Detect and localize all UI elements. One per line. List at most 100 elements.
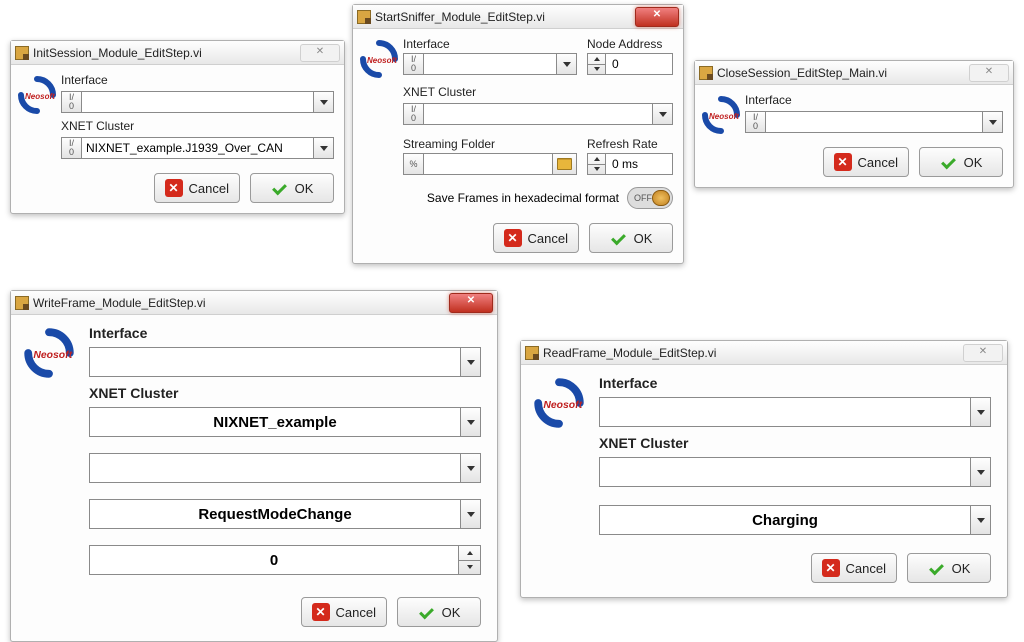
close-button[interactable]: ✕ [969, 64, 1009, 82]
check-icon [940, 155, 958, 169]
logo [17, 71, 61, 203]
interface-combo[interactable]: I/0 [745, 111, 1003, 133]
dialog-writeframe: WriteFrame_Module_EditStep.vi ✕ Interfac… [10, 290, 498, 642]
frame-field-3-value: Charging [600, 506, 970, 534]
chevron-down-icon[interactable] [652, 104, 672, 124]
io-icon: I/0 [746, 112, 766, 132]
interface-label: Interface [745, 93, 1003, 107]
path-icon: % [404, 154, 424, 174]
step-down-icon[interactable] [588, 65, 605, 75]
interface-combo[interactable] [599, 397, 991, 427]
cluster-label: XNET Cluster [89, 385, 481, 401]
chevron-down-icon[interactable] [460, 348, 480, 376]
node-address-label: Node Address [587, 37, 673, 51]
frame-field-3[interactable] [89, 453, 481, 483]
refresh-value[interactable]: 0 ms [606, 154, 672, 174]
check-icon [610, 231, 628, 245]
titlebar[interactable]: ReadFrame_Module_EditStep.vi ✕ [521, 341, 1007, 365]
cancel-button[interactable]: ✕Cancel [493, 223, 579, 253]
cluster-combo[interactable]: I/0 [403, 103, 673, 125]
io-icon: I/0 [62, 138, 82, 158]
chevron-down-icon[interactable] [982, 112, 1002, 132]
ok-button[interactable]: OK [919, 147, 1003, 177]
close-button[interactable]: ✕ [449, 293, 493, 313]
check-icon [418, 605, 436, 619]
cluster-combo[interactable] [599, 457, 991, 487]
folder-label: Streaming Folder [403, 137, 577, 151]
vi-icon [15, 46, 29, 60]
chevron-down-icon[interactable] [970, 458, 990, 486]
interface-value [766, 112, 982, 132]
dialog-closesession: CloseSession_EditStep_Main.vi ✕ Interfac… [694, 60, 1014, 188]
vi-icon [357, 10, 371, 24]
close-button[interactable]: ✕ [635, 7, 679, 27]
cluster-combo[interactable]: I/0 NIXNET_example.J1939_Over_CAN [61, 137, 334, 159]
frame-value-spinner[interactable]: 0 [89, 545, 481, 575]
check-icon [928, 561, 946, 575]
chevron-down-icon[interactable] [970, 398, 990, 426]
cluster-value: NIXNET_example.J1939_Over_CAN [82, 138, 313, 158]
step-up-icon[interactable] [588, 154, 605, 165]
close-button[interactable]: ✕ [300, 44, 340, 62]
frame-field-3[interactable]: Charging [599, 505, 991, 535]
cancel-button[interactable]: ✕Cancel [811, 553, 897, 583]
titlebar[interactable]: CloseSession_EditStep_Main.vi ✕ [695, 61, 1013, 85]
cancel-icon: ✕ [312, 603, 330, 621]
cluster-value [600, 458, 970, 486]
dialog-startsniffer: StartSniffer_Module_EditStep.vi ✕ Interf… [352, 4, 684, 264]
chevron-down-icon[interactable] [556, 54, 576, 74]
step-down-icon[interactable] [588, 165, 605, 175]
cancel-icon: ✕ [834, 153, 852, 171]
window-title: CloseSession_EditStep_Main.vi [717, 66, 969, 80]
window-title: WriteFrame_Module_EditStep.vi [33, 296, 449, 310]
ok-button[interactable]: OK [907, 553, 991, 583]
chevron-down-icon[interactable] [313, 92, 333, 112]
chevron-down-icon[interactable] [460, 454, 480, 482]
chevron-down-icon[interactable] [970, 506, 990, 534]
refresh-spinner[interactable]: 0 ms [587, 153, 673, 175]
ok-button[interactable]: OK [250, 173, 334, 203]
interface-label: Interface [403, 37, 577, 51]
logo [701, 91, 745, 177]
interface-label: Interface [89, 325, 481, 341]
frame-value[interactable]: 0 [90, 546, 458, 574]
node-address-spinner[interactable]: 0 [587, 53, 673, 75]
cancel-button[interactable]: ✕Cancel [154, 173, 240, 203]
logo [529, 373, 599, 583]
cancel-button[interactable]: ✕Cancel [301, 597, 387, 627]
logo [19, 323, 89, 627]
node-address-value[interactable]: 0 [606, 54, 672, 74]
chevron-down-icon[interactable] [460, 500, 480, 528]
cluster-combo[interactable]: NIXNET_example [89, 407, 481, 437]
step-up-icon[interactable] [459, 546, 480, 561]
titlebar[interactable]: InitSession_Module_EditStep.vi ✕ [11, 41, 344, 65]
chevron-down-icon[interactable] [313, 138, 333, 158]
close-button[interactable]: ✕ [963, 344, 1003, 362]
toggle-state: OFF [634, 193, 652, 203]
logo [359, 35, 403, 253]
ok-button[interactable]: OK [397, 597, 481, 627]
interface-value [90, 348, 460, 376]
ok-button[interactable]: OK [589, 223, 673, 253]
folder-input[interactable]: % [403, 153, 577, 175]
io-icon: I/0 [404, 54, 424, 74]
dialog-initsession: InitSession_Module_EditStep.vi ✕ Interfa… [10, 40, 345, 214]
cancel-button[interactable]: ✕Cancel [823, 147, 909, 177]
hex-toggle[interactable]: OFF [627, 187, 673, 209]
cluster-value [424, 104, 652, 124]
browse-button[interactable] [552, 154, 576, 174]
hex-label: Save Frames in hexadecimal format [427, 191, 619, 205]
titlebar[interactable]: WriteFrame_Module_EditStep.vi ✕ [11, 291, 497, 315]
interface-value [600, 398, 970, 426]
cancel-icon: ✕ [504, 229, 522, 247]
titlebar[interactable]: StartSniffer_Module_EditStep.vi ✕ [353, 5, 683, 29]
step-up-icon[interactable] [588, 54, 605, 65]
interface-combo[interactable]: I/0 [61, 91, 334, 113]
folder-value[interactable] [424, 154, 552, 174]
chevron-down-icon[interactable] [460, 408, 480, 436]
step-down-icon[interactable] [459, 561, 480, 575]
interface-combo[interactable]: I/0 [403, 53, 577, 75]
dialog-readframe: ReadFrame_Module_EditStep.vi ✕ Interface… [520, 340, 1008, 598]
frame-field-4[interactable]: RequestModeChange [89, 499, 481, 529]
interface-combo[interactable] [89, 347, 481, 377]
